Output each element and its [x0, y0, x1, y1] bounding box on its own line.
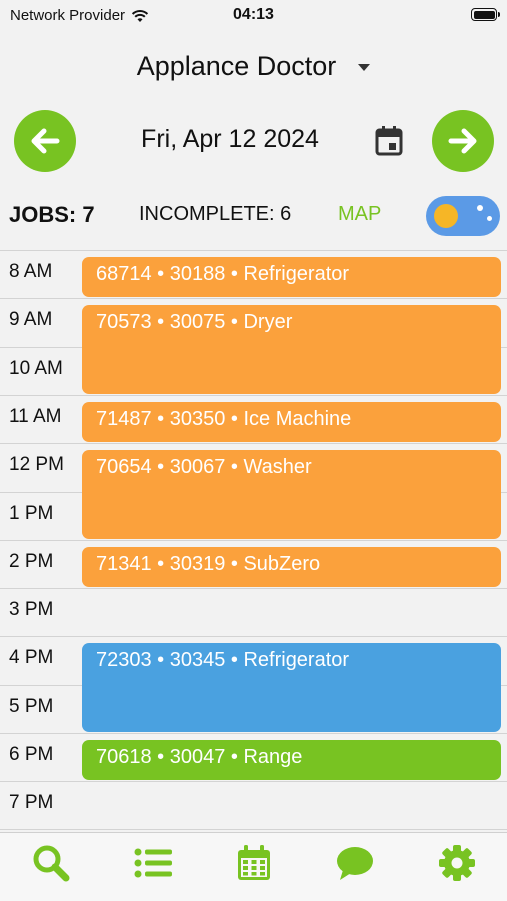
- hour-label: 4 PM: [9, 647, 54, 668]
- previous-day-button[interactable]: [14, 110, 76, 172]
- hour-label: 7 PM: [9, 792, 54, 813]
- star-icon: [487, 216, 492, 221]
- hour-label: 12 PM: [9, 454, 64, 475]
- hour-divider: [0, 588, 507, 589]
- job-card[interactable]: 70573 • 30075 • Dryer: [82, 305, 501, 394]
- job-card[interactable]: 68714 • 30188 • Refrigerator: [82, 257, 501, 297]
- calendar-icon: [375, 126, 403, 156]
- tab-calendar[interactable]: [234, 843, 274, 883]
- hour-divider: [0, 733, 507, 734]
- hour-label: 5 PM: [9, 696, 54, 717]
- hour-divider: [0, 540, 507, 541]
- arrow-left-icon: [31, 128, 60, 154]
- star-icon: [477, 205, 483, 211]
- dropdown-caret-icon[interactable]: [358, 63, 371, 71]
- hour-label: 11 AM: [9, 406, 62, 427]
- arrow-right-icon: [448, 128, 477, 154]
- hour-label: 3 PM: [9, 599, 54, 620]
- tab-search[interactable]: [31, 843, 71, 883]
- hour-divider: [0, 829, 507, 830]
- job-card[interactable]: 70618 • 30047 • Range: [82, 740, 501, 780]
- job-card[interactable]: 72303 • 30345 • Refrigerator: [82, 643, 501, 732]
- jobs-count: JOBS: 7: [9, 202, 95, 227]
- hour-label: 10 AM: [9, 358, 63, 379]
- search-icon: [33, 845, 70, 882]
- hour-divider: [0, 636, 507, 637]
- calendar-icon: [238, 845, 270, 880]
- map-button[interactable]: MAP: [338, 203, 381, 226]
- job-card[interactable]: 70654 • 30067 • Washer: [82, 450, 501, 539]
- tab-messages[interactable]: [335, 843, 375, 883]
- gear-icon: [439, 845, 475, 881]
- hour-divider: [0, 443, 507, 444]
- tab-bar: [0, 832, 507, 901]
- tab-settings[interactable]: [437, 843, 477, 883]
- sun-icon: [434, 204, 458, 228]
- next-day-button[interactable]: [432, 110, 494, 172]
- hour-label: 1 PM: [9, 503, 54, 524]
- title-bar[interactable]: Applance Doctor: [0, 44, 507, 88]
- hour-label: 6 PM: [9, 744, 54, 765]
- hour-label: 8 AM: [9, 261, 53, 282]
- hour-label: 2 PM: [9, 551, 54, 572]
- job-card[interactable]: 71487 • 30350 • Ice Machine: [82, 402, 501, 442]
- hour-divider: [0, 250, 507, 251]
- day-schedule[interactable]: 8 AM 9 AM 10 AM 11 AM 12 PM 1 PM 2 PM 3 PM 4 PM 5…: [0, 250, 507, 832]
- list-icon: [134, 848, 172, 878]
- hour-divider: [0, 298, 507, 299]
- chat-icon: [337, 847, 373, 880]
- app-title: Applance Doctor: [136, 50, 337, 81]
- day-night-toggle[interactable]: [426, 196, 500, 236]
- job-card[interactable]: 71341 • 30319 • SubZero: [82, 547, 501, 587]
- current-date: Fri, Apr 12 2024: [141, 125, 319, 153]
- calendar-picker-button[interactable]: [374, 125, 404, 157]
- hour-label: 9 AM: [9, 309, 53, 330]
- tab-list[interactable]: [133, 843, 173, 883]
- status-bar: Network Provider 04:13: [0, 0, 507, 32]
- battery-icon: [471, 8, 500, 21]
- hour-divider: [0, 395, 507, 396]
- status-time: 04:13: [233, 6, 274, 23]
- incomplete-count: INCOMPLETE: 6: [139, 203, 292, 225]
- hour-divider: [0, 781, 507, 782]
